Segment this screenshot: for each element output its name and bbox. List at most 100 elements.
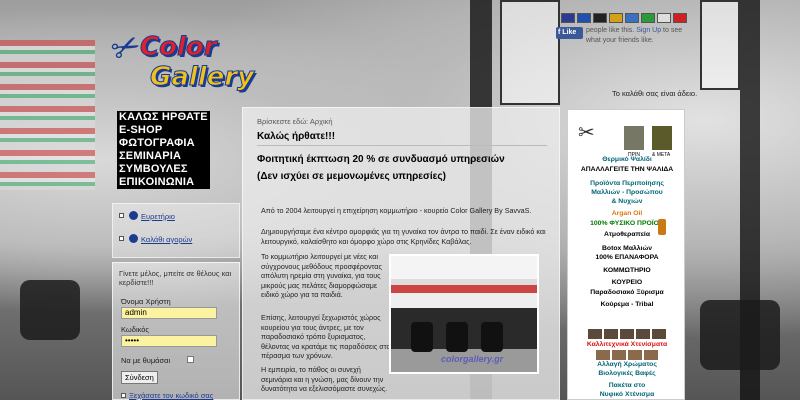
background-chair (20, 280, 80, 340)
uk-flag[interactable] (561, 13, 575, 23)
salon-photo: colorgallery.gr (389, 254, 539, 374)
intro-paragraph-1: Από το 2004 λειτουργεί η επιχείρηση κομμ… (261, 206, 532, 215)
facebook-signup-link[interactable]: Sign Up (636, 27, 661, 34)
ad-line: Botox Μαλλιών (602, 245, 652, 252)
background-window (700, 0, 740, 90)
ad-line: Πακέτα στο (608, 382, 646, 389)
facebook-icon: f (558, 29, 561, 36)
thumbnail (620, 329, 634, 339)
promo-line-2: (Δεν ισχύει σε μεμονωμένες υπηρεσίες) (257, 171, 446, 182)
it-flag[interactable] (641, 13, 655, 23)
ad-header: ✂ ΠΡΙΝ & ΜΕΤΑ (572, 114, 682, 158)
breadcrumb-prefix: Βρίσκεστε εδώ: (257, 117, 310, 126)
ad-line: ΚΟΥΡΕΙΟ (611, 279, 643, 286)
photo-chair (446, 322, 468, 352)
fr-flag[interactable] (577, 13, 591, 23)
logo-text-gallery: Gallery (149, 62, 255, 93)
ad-line: 100% ΦΥΣΙΚΟ ΠΡΟΪΟΝ (590, 220, 664, 227)
facebook-text-before: people like this. (586, 27, 637, 34)
hairstyle-thumbnails (596, 350, 658, 360)
thumbnail (588, 329, 602, 339)
intro-paragraph-2: Δημιουργήσαμε ένα κέντρο ομορφιάς για τη… (261, 227, 546, 246)
main-content: Βρίσκεστε εδώ: Αρχική Καλώς ήρθατε!!! Φο… (242, 107, 560, 400)
ad-line: Καλλιτεχνικά Χτενίσματα (586, 341, 668, 348)
ad-line: Αλλαγή Χρώματος (597, 361, 657, 368)
ad-line: Θερμικό Ψαλίδι (602, 156, 652, 163)
argan-oil-bottle-icon (658, 219, 666, 235)
promo-line-1: Φοιτητική έκπτωση 20 % σε συνδυασμό υπηρ… (257, 154, 505, 165)
haircut-thumbnails (588, 329, 666, 339)
password-input[interactable]: ••••• (121, 335, 217, 347)
menu-item-eshop[interactable]: E-SHOP (117, 124, 210, 137)
menu-item-contact[interactable]: ΕΠΙΚΟΙΝΩΝΙΑ (117, 176, 210, 189)
thumbnail (612, 350, 626, 360)
ad-line: Βιολογικές Βαφές (598, 370, 656, 377)
login-form: Γίνετε μέλος, μπείτε σε θέλους και κερδί… (112, 262, 240, 400)
username-input[interactable]: admin (121, 307, 217, 319)
ad-line: Παραδοσιακό Ξύρισμα (590, 289, 664, 296)
menu-item-seminars[interactable]: ΣΕΜΙΝΑΡΙΑ (117, 150, 210, 163)
services-ad-banner[interactable]: ✂ ΠΡΙΝ & ΜΕΤΑ Θερμικό Ψαλίδι ΑΠΑΛΛΑΓΕΙΤΕ … (567, 109, 685, 400)
cart-link[interactable]: Καλάθι αγορών (141, 235, 192, 244)
breadcrumb-current: Αρχική (309, 117, 333, 126)
tr-flag[interactable] (673, 13, 687, 23)
site-logo[interactable]: ✂ Color Gallery (105, 25, 292, 98)
gr-flag[interactable] (625, 13, 639, 23)
background-window (500, 0, 560, 105)
shop-links-panel: Ευρετήριο Καλάθι αγορών (112, 203, 240, 258)
thumbnail (604, 329, 618, 339)
language-flags (561, 13, 687, 23)
forgot-password-link[interactable]: Ξεχάσατε τον κωδικό σας (129, 391, 213, 400)
logo-text-color: Color (140, 32, 218, 63)
menu-item-advice[interactable]: ΣΥΜΒΟΥΛΕΣ (117, 163, 210, 176)
main-menu: ΚΑΛΩΣ ΗΡΘΑΤΕ E-SHOP ΦΩΤΟΓΡΑΦΙΑ ΣΕΜΙΝΑΡΙΑ… (117, 111, 210, 189)
intro-paragraph-3: Το κομμωτήριο λειτουργεί με νέες και σύγ… (261, 252, 382, 299)
ad-line: Προϊόντα Περιποίησης (590, 180, 664, 187)
catalog-icon (129, 211, 138, 220)
remember-me-checkbox[interactable] (187, 356, 194, 363)
after-hair-image (652, 126, 672, 150)
breadcrumb: Βρίσκεστε εδώ: Αρχική (257, 117, 333, 126)
ad-line: & Νυχιών (611, 198, 643, 205)
ad-line: Μαλλιών - Προσώπου (591, 189, 663, 196)
thumbnail (596, 350, 610, 360)
background-shelf (0, 40, 95, 190)
photo-chair (411, 322, 433, 352)
bullet-icon (121, 393, 126, 398)
background-chair (700, 300, 780, 370)
menu-item-photography[interactable]: ΦΩΤΟΓΡΑΦΙΑ (117, 137, 210, 150)
facebook-like-button[interactable]: f Like (556, 27, 583, 39)
bullet-icon (119, 213, 124, 218)
ad-line: Κούρεμα - Tribal (600, 301, 654, 308)
photo-watermark: colorgallery.gr (441, 354, 504, 364)
photo-chair (481, 322, 503, 352)
cart-icon (129, 234, 138, 243)
username-label: Όνομα Χρήστη (121, 297, 171, 306)
facebook-like-label: Like (562, 29, 577, 36)
de-flag[interactable] (593, 13, 607, 23)
ru-flag[interactable] (657, 13, 671, 23)
es-flag[interactable] (609, 13, 623, 23)
ad-line: ΚΟΜΜΩΤΗΡΙΟ (603, 267, 651, 274)
before-hair-image (624, 126, 644, 150)
ad-line: ΑΠΑΛΛΑΓΕΙΤΕ ΤΗΝ ΨΑΛΙΔΑ (580, 166, 674, 173)
menu-item-welcome[interactable]: ΚΑΛΩΣ ΗΡΘΑΤΕ (117, 111, 210, 124)
login-intro-text: Γίνετε μέλος, μπείτε σε θέλους και κερδί… (119, 269, 232, 287)
cart-status: Το καλάθι σας είναι άδειο. (612, 89, 698, 98)
facebook-like-text: people like this. Sign Up to see what yo… (586, 26, 696, 46)
intro-paragraph-4: Επίσης, λειτουργεί ξεχωριστός χώρος κουρ… (261, 313, 391, 360)
thumbnail (652, 329, 666, 339)
bullet-icon (119, 236, 124, 241)
ad-line: 100% ΕΠΑΝΑΦΟΡΑ (595, 254, 659, 261)
ad-line: Ατμοθεραπεία (603, 231, 651, 238)
thumbnail (644, 350, 658, 360)
thumbnail (628, 350, 642, 360)
ad-line: Argan Oil (611, 210, 643, 217)
login-button[interactable]: Σύνδεση (121, 371, 158, 384)
ad-line: Νυφικό Χτένισμα (599, 391, 655, 398)
divider (257, 145, 547, 146)
remember-me-label: Να με θυμάσαι (121, 356, 171, 365)
thumbnail (636, 329, 650, 339)
catalog-link[interactable]: Ευρετήριο (141, 212, 175, 221)
intro-paragraph-5: Η εμπειρία, το πάθος οι συνεχή σεμινάρια… (261, 365, 388, 393)
